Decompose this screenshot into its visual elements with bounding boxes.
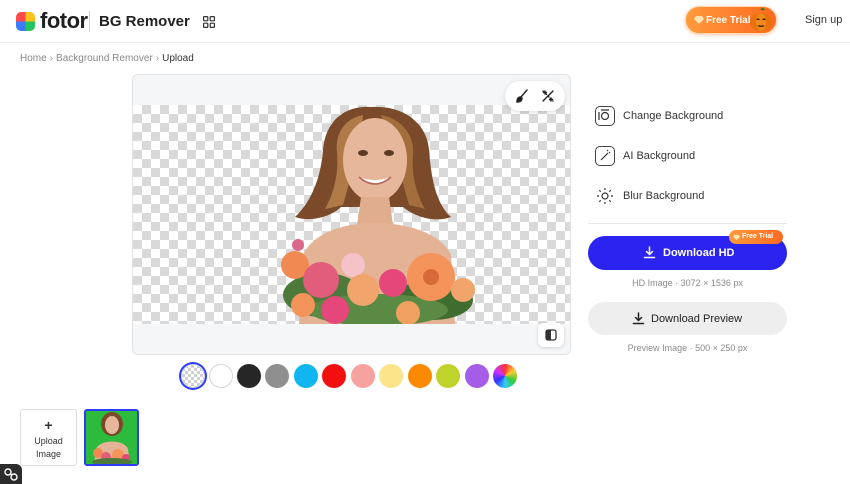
fotor-logo-icon[interactable]: [16, 12, 35, 31]
chevron-right-icon: ›: [49, 53, 54, 64]
change-background-option[interactable]: Change Background: [595, 105, 785, 127]
plus-icon: +: [44, 417, 53, 433]
blur-background-option[interactable]: Blur Background: [595, 185, 785, 207]
ai-background-icon: [595, 146, 615, 166]
free-trial-badge: Free Trial: [729, 230, 783, 244]
change-background-icon: [595, 106, 615, 126]
image-thumbnail[interactable]: [84, 409, 139, 466]
upload-label-line2: Image: [35, 449, 61, 459]
compare-icon[interactable]: [538, 323, 564, 347]
change-background-label: Change Background: [623, 110, 724, 122]
link-icon[interactable]: [0, 464, 22, 484]
swatch-transparent[interactable]: [181, 364, 205, 388]
upload-label-line1: Upload: [34, 436, 63, 446]
download-icon: [632, 312, 645, 325]
swatch-black[interactable]: [237, 364, 261, 388]
ai-background-label: AI Background: [623, 150, 696, 162]
free-trial-button[interactable]: Free Trial: [685, 6, 777, 34]
diamond-icon: [694, 15, 704, 25]
download-hd-label: Download HD: [663, 247, 735, 259]
top-header: fotor BG Remover Free Trial Sign up: [0, 0, 850, 43]
free-trial-label: Free Trial: [706, 15, 751, 26]
swatch-white[interactable]: [209, 364, 233, 388]
download-preview-label: Download Preview: [651, 313, 743, 325]
panel-divider: [588, 223, 787, 224]
swatch-red[interactable]: [322, 364, 346, 388]
apps-grid-icon[interactable]: [203, 15, 215, 28]
brush-icon[interactable]: [514, 88, 530, 104]
chevron-right-icon: ›: [155, 53, 160, 64]
ai-background-option[interactable]: AI Background: [595, 145, 785, 167]
download-preview-button[interactable]: Download Preview: [588, 302, 787, 335]
swatch-gray[interactable]: [265, 364, 289, 388]
cutout-subject-image: [281, 106, 475, 324]
logo-divider: [89, 11, 90, 32]
upload-image-label: Upload Image: [21, 435, 76, 461]
diamond-icon: [733, 233, 740, 241]
swatch-purple[interactable]: [465, 364, 489, 388]
signup-link[interactable]: Sign up: [805, 14, 842, 27]
download-icon: [643, 246, 656, 259]
breadcrumb-home[interactable]: Home: [20, 53, 47, 64]
breadcrumb: Home › Background Remover › Upload: [20, 53, 194, 65]
swatch-cyan[interactable]: [294, 364, 318, 388]
breadcrumb-upload: Upload: [162, 53, 194, 64]
hd-image-info: HD Image · 3072 × 1536 px: [632, 278, 743, 288]
swatch-lime[interactable]: [436, 364, 460, 388]
free-trial-badge-label: Free Trial: [742, 233, 774, 240]
logo-text[interactable]: fotor: [40, 8, 88, 34]
swatch-custom-color-picker[interactable]: [493, 364, 517, 388]
blur-background-icon: [595, 186, 615, 206]
magic-eraser-icon[interactable]: [540, 88, 556, 104]
breadcrumb-background-remover[interactable]: Background Remover: [56, 53, 153, 64]
preview-image-info: Preview Image · 500 × 250 px: [627, 343, 748, 353]
product-name: BG Remover: [99, 13, 190, 30]
swatch-light-yellow[interactable]: [379, 364, 403, 388]
blur-background-label: Blur Background: [623, 190, 705, 202]
edit-tools-toolbar: [505, 81, 565, 111]
swatch-pink[interactable]: [351, 364, 375, 388]
pumpkin-icon: [748, 7, 774, 33]
upload-image-button[interactable]: + Upload Image: [20, 409, 77, 466]
image-canvas[interactable]: [132, 74, 571, 355]
swatch-orange[interactable]: [408, 364, 432, 388]
